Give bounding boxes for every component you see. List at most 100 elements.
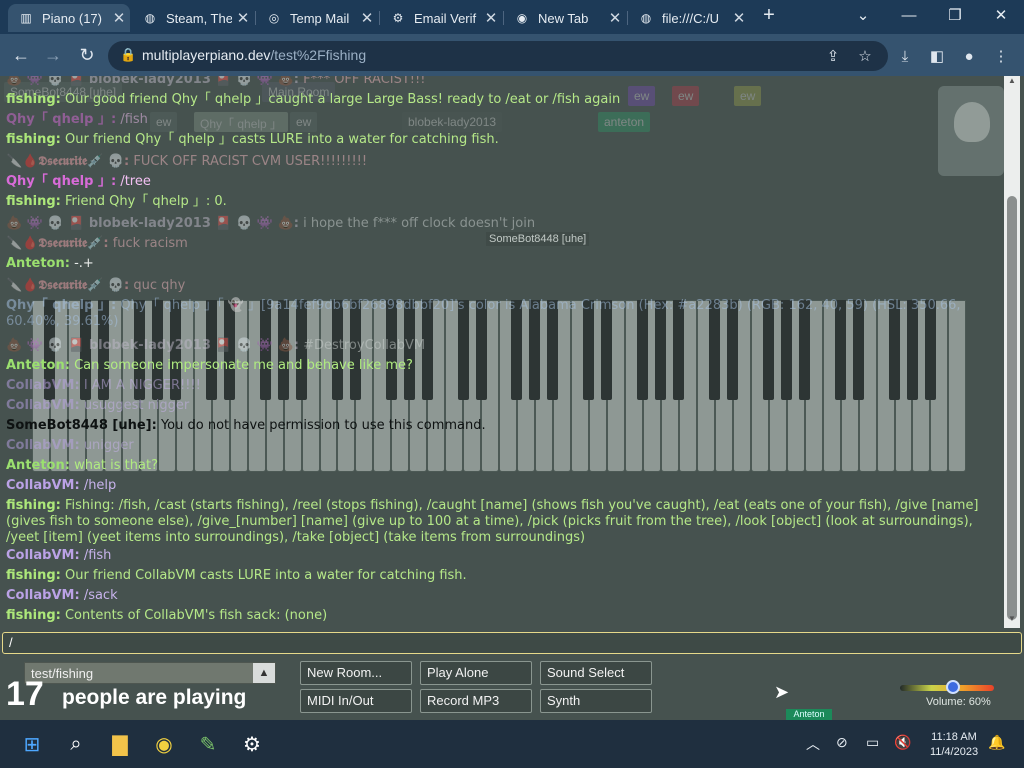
- scrollbar-thumb[interactable]: [1007, 196, 1017, 620]
- chat-message: SomeBot8448 [uhe]: You do not have permi…: [6, 418, 990, 434]
- chat-text: what is that?: [74, 458, 158, 473]
- search-icon[interactable]: ⌕: [60, 728, 92, 760]
- chat-username[interactable]: fishing:: [6, 608, 61, 623]
- tab-close-icon[interactable]: ✕: [356, 9, 378, 27]
- chat-username[interactable]: 💩 👾 💀 🎴 blobek-lady2013 🎴 💀 👾 💩:: [6, 338, 299, 353]
- tab-close-icon[interactable]: ✕: [604, 9, 626, 27]
- volume-knob[interactable]: [946, 680, 960, 694]
- tab-search-chevron-icon[interactable]: ⌄: [840, 0, 886, 30]
- tab-4[interactable]: ⚙ Email Verif ✕: [380, 4, 502, 32]
- profile-avatar-icon[interactable]: ●: [958, 46, 980, 66]
- forward-arrow-icon[interactable]: →: [38, 40, 68, 70]
- file-explorer-icon[interactable]: ▇: [104, 728, 136, 760]
- chat-message: CollabVM: I AM A NIGGER!!!!: [6, 378, 990, 394]
- system-clock[interactable]: 11:18 AM 11/4/2023: [924, 730, 984, 760]
- download-icon[interactable]: ⤓: [894, 46, 916, 66]
- steam-icon[interactable]: ⚙: [236, 728, 268, 760]
- chat-text: /tree: [120, 174, 151, 189]
- tab-close-icon[interactable]: ✕: [480, 9, 502, 27]
- chat-message: 💩 👾 💀 🎴 blobek-lady2013 🎴 💀 👾 💩: #Destro…: [6, 338, 990, 354]
- chat-scrollbar[interactable]: ▲ ▼: [1004, 76, 1020, 628]
- chat-username[interactable]: 💩 👾 💀 🎴 blobek-lady2013 🎴 💀 👾 💩:: [6, 216, 299, 231]
- chat-message: 💩 👾 💀 🎴 blobek-lady2013 🎴 💀 👾 💩: F*** OF…: [6, 76, 990, 88]
- tab-label: Temp Mail: [290, 10, 350, 26]
- chat-username[interactable]: fishing:: [6, 92, 61, 107]
- chat-input[interactable]: /: [2, 632, 1022, 654]
- bookmark-star-icon[interactable]: ☆: [854, 46, 876, 66]
- chat-username[interactable]: CollabVM:: [6, 438, 80, 453]
- tab-close-icon[interactable]: ✕: [232, 9, 254, 27]
- play-alone-button[interactable]: Play Alone: [420, 661, 532, 685]
- room-select[interactable]: test/fishing ▲: [24, 662, 276, 684]
- chat-username[interactable]: 🔪🩸𝕯𝖘𝖊𝖈𝖚𝖗𝖎𝖙𝖊💉 💀:: [6, 154, 129, 169]
- network-offline-icon[interactable]: ⊘: [836, 734, 848, 751]
- chat-username[interactable]: Qhy「 qhelp 」:: [6, 112, 116, 127]
- chat-username[interactable]: fishing:: [6, 194, 61, 209]
- chat-username[interactable]: Qhy「 qhelp 」:: [6, 174, 116, 189]
- tab-2[interactable]: ◍ Steam, The ✕: [132, 4, 254, 32]
- chat-text: i hope the f*** off clock doesn't join: [303, 216, 536, 231]
- chat-message: Qhy「 qhelp 」: /fish: [6, 112, 990, 128]
- sound-select-button[interactable]: Sound Select: [540, 661, 652, 685]
- chrome-icon[interactable]: ◉: [148, 728, 180, 760]
- tab-1[interactable]: ▥ Piano (17) ✕: [8, 4, 130, 32]
- scroll-down-icon[interactable]: ▼: [1004, 614, 1020, 628]
- record-mp3-button[interactable]: Record MP3: [420, 689, 532, 713]
- reload-icon[interactable]: ↻: [72, 40, 102, 70]
- chat-username[interactable]: fishing:: [6, 568, 61, 583]
- chat-username[interactable]: CollabVM:: [6, 378, 80, 393]
- chat-text: fuck racism: [112, 236, 188, 251]
- chat-message: Anteton: what is that?: [6, 458, 990, 474]
- lock-icon[interactable]: 🔒: [120, 47, 136, 63]
- chat-username[interactable]: Qhy「 qhelp 」:: [6, 298, 116, 313]
- chat-username[interactable]: 🔪🩸𝕯𝖘𝖊𝖈𝖚𝖗𝖎𝖙𝖊💉 💀:: [6, 278, 129, 293]
- chat-text: Our friend CollabVM casts LURE into a wa…: [64, 568, 467, 583]
- chat-username[interactable]: Anteton:: [6, 358, 70, 373]
- tab-3[interactable]: ◎ Temp Mail ✕: [256, 4, 378, 32]
- volume-slider[interactable]: [900, 680, 994, 694]
- chat-message: fishing: Our friend Qhy「 qhelp 」casts LU…: [6, 132, 990, 148]
- chat-username[interactable]: CollabVM:: [6, 588, 80, 603]
- user-nametag: Anteton: [786, 709, 832, 720]
- volume-muted-icon[interactable]: 🔇: [894, 734, 911, 751]
- tab-label: New Tab: [538, 10, 589, 26]
- globe-icon: ◍: [640, 11, 652, 25]
- tab-5[interactable]: ◉ New Tab ✕: [504, 4, 626, 32]
- chat-username[interactable]: Anteton:: [6, 256, 70, 271]
- chat-username[interactable]: CollabVM:: [6, 398, 80, 413]
- chat-text: #DestroyCollabVM: [303, 338, 426, 353]
- chat-username[interactable]: CollabVM:: [6, 478, 80, 493]
- minimize-button[interactable]: —: [886, 0, 932, 30]
- maximize-button[interactable]: ❐: [932, 0, 978, 30]
- chat-username[interactable]: fishing:: [6, 132, 61, 147]
- tab-6[interactable]: ◍ file:///C:/U ✕: [628, 4, 750, 32]
- chat-text: unigger: [83, 438, 134, 453]
- chat-text: Can someone impersonate me and behave li…: [74, 358, 413, 373]
- tab-close-icon[interactable]: ✕: [728, 9, 750, 27]
- tray-overflow-chevron-icon[interactable]: ︿: [806, 734, 820, 754]
- scroll-up-icon[interactable]: ▲: [1004, 76, 1020, 90]
- chat-username[interactable]: Anteton:: [6, 458, 70, 473]
- share-icon[interactable]: ⇪: [822, 46, 844, 66]
- midi-button[interactable]: MIDI In/Out: [300, 689, 412, 713]
- side-panel-icon[interactable]: ◧: [926, 46, 948, 66]
- room-dropdown-arrow-icon[interactable]: ▲: [253, 663, 275, 683]
- chat-username[interactable]: SomeBot8448 [uhe]:: [6, 418, 157, 433]
- notepad-icon[interactable]: ✎: [192, 728, 224, 760]
- browser-menu-icon[interactable]: ⋮: [990, 46, 1012, 66]
- window-close-button[interactable]: ✕: [978, 0, 1024, 30]
- back-arrow-icon[interactable]: ←: [6, 40, 36, 70]
- browser-tab-strip: ▥ Piano (17) ✕ ◍ Steam, The ✕ ◎ Temp Mail ✕ ⚙ Emai…: [0, 0, 1024, 34]
- chat-username[interactable]: CollabVM:: [6, 548, 80, 563]
- display-icon[interactable]: ▭: [866, 734, 879, 751]
- notification-bell-icon[interactable]: 🔔: [988, 734, 1005, 751]
- synth-button[interactable]: Synth: [540, 689, 652, 713]
- windows-start-icon[interactable]: ⊞: [16, 728, 48, 760]
- tab-close-icon[interactable]: ✕: [108, 9, 130, 27]
- chat-username[interactable]: 🔪🩸𝕯𝖘𝖊𝖈𝖚𝖗𝖎𝖙𝖊💉:: [6, 236, 109, 251]
- new-tab-plus-icon[interactable]: +: [754, 0, 784, 30]
- chat-username[interactable]: 💩 👾 💀 🎴 blobek-lady2013 🎴 💀 👾 💩:: [6, 76, 299, 87]
- url-text[interactable]: multiplayerpiano.dev/test%2Ffishing: [142, 47, 366, 63]
- new-room-button[interactable]: New Room...: [300, 661, 412, 685]
- chat-username[interactable]: fishing:: [6, 498, 61, 513]
